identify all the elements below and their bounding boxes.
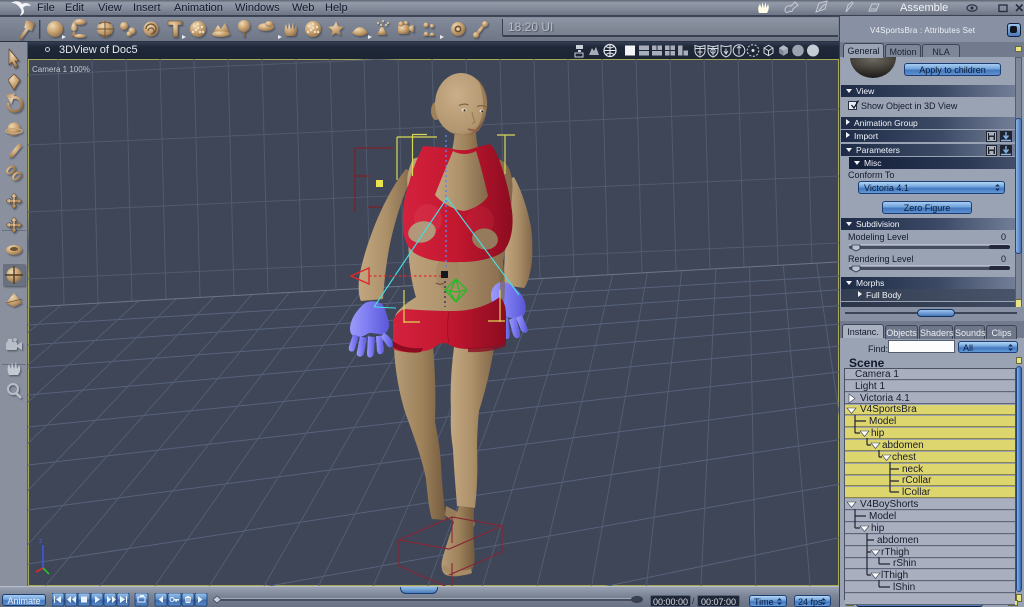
svg-text:z: z (39, 539, 42, 545)
